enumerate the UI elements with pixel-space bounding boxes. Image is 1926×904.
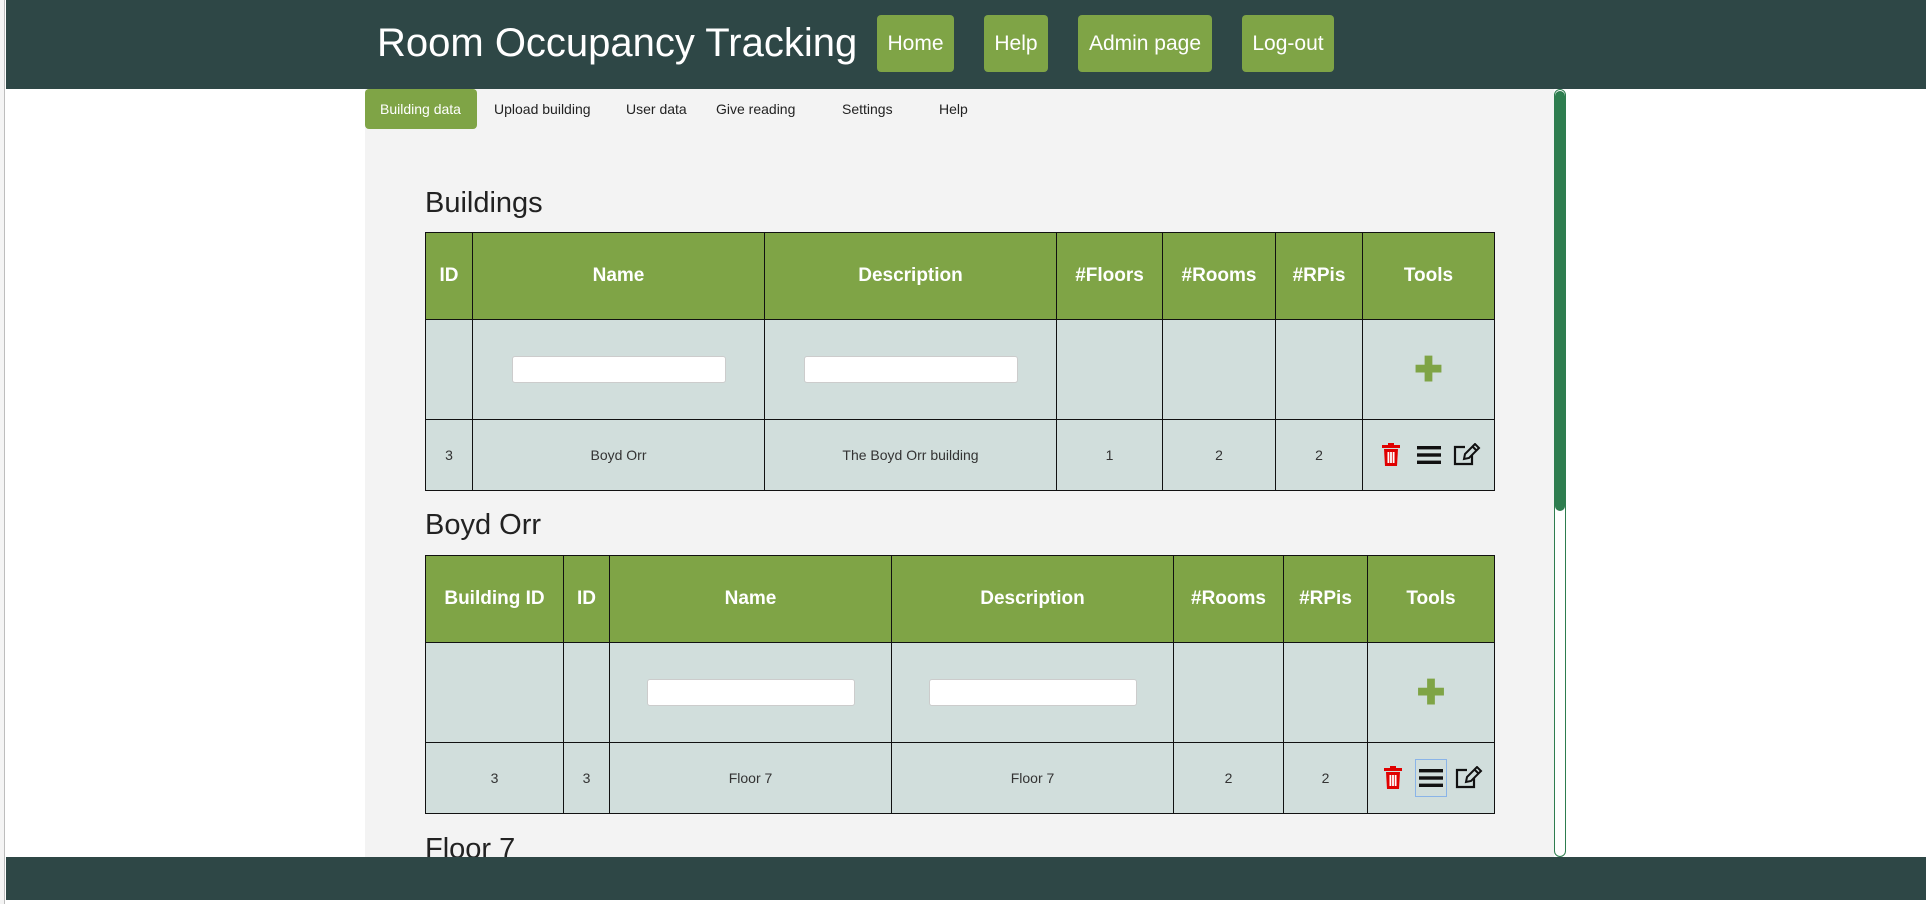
cell-id: 3 — [425, 419, 473, 491]
building-floors-heading: Boyd Orr — [425, 509, 542, 541]
table-row: 3 Boyd Orr The Boyd Orr building 1 2 2 — [425, 419, 1495, 491]
cell-tools — [1362, 419, 1495, 491]
column-header-description: Description — [891, 555, 1174, 643]
buildings-table: ID Name Description #Floors #Rooms #RPis… — [425, 232, 1495, 491]
column-header-rpis: #RPis — [1275, 232, 1363, 320]
column-header-tools: Tools — [1362, 232, 1495, 320]
tab-user-data[interactable]: User data — [611, 89, 702, 129]
cell-name: Boyd Orr — [472, 419, 765, 491]
tab-upload-building[interactable]: Upload building — [479, 89, 606, 129]
floor-description-input[interactable] — [928, 679, 1137, 706]
main-panel: Building data Upload building User data … — [365, 89, 1554, 857]
floors-table: Building ID ID Name Description #Rooms #… — [425, 555, 1495, 814]
buildings-heading: Buildings — [425, 187, 543, 219]
building-description-input[interactable] — [803, 356, 1018, 383]
column-header-rooms: #Rooms — [1162, 232, 1276, 320]
table-cell — [425, 319, 473, 420]
table-cell — [1056, 319, 1163, 420]
table-cell — [1173, 642, 1284, 743]
tab-give-reading[interactable]: Give reading — [701, 89, 810, 129]
table-cell: ✚ — [1367, 642, 1495, 743]
cell-rpis: 2 — [1283, 742, 1368, 814]
table-cell — [609, 642, 892, 743]
column-header-floors: #Floors — [1056, 232, 1163, 320]
add-building-row: ✚ — [425, 319, 1495, 420]
column-header-description: Description — [764, 232, 1057, 320]
help-button[interactable]: Help — [984, 15, 1048, 72]
column-header-tools: Tools — [1367, 555, 1495, 643]
admin-page-button[interactable]: Admin page — [1078, 15, 1212, 72]
cell-tools — [1367, 742, 1495, 814]
cell-description: Floor 7 — [891, 742, 1174, 814]
window-left-edge — [0, 0, 5, 904]
floor-name-input[interactable] — [646, 679, 855, 706]
cell-rooms: 2 — [1173, 742, 1284, 814]
table-cell — [472, 319, 765, 420]
cell-id: 3 — [563, 742, 610, 814]
column-header-rooms: #Rooms — [1173, 555, 1284, 643]
table-header-row: Building ID ID Name Description #Rooms #… — [425, 555, 1495, 643]
scrollbar-thumb[interactable] — [1555, 91, 1565, 511]
table-cell — [1162, 319, 1276, 420]
bottom-footer-bar — [6, 857, 1926, 900]
trash-icon[interactable] — [1377, 759, 1409, 797]
floor-rooms-heading: Floor 7 — [425, 833, 516, 857]
column-header-name: Name — [609, 555, 892, 643]
table-header-row: ID Name Description #Floors #Rooms #RPis… — [425, 232, 1495, 320]
cell-rooms: 2 — [1162, 419, 1276, 491]
table-cell — [764, 319, 1057, 420]
cell-name: Floor 7 — [609, 742, 892, 814]
column-header-id: ID — [425, 232, 473, 320]
edit-icon[interactable] — [1453, 759, 1485, 797]
add-floor-row: ✚ — [425, 642, 1495, 743]
table-cell — [425, 642, 564, 743]
plus-icon[interactable]: ✚ — [1417, 674, 1446, 712]
trash-icon[interactable] — [1375, 436, 1407, 474]
cell-floors: 1 — [1056, 419, 1163, 491]
column-header-id: ID — [563, 555, 610, 643]
table-cell: ✚ — [1362, 319, 1495, 420]
table-cell — [1283, 642, 1368, 743]
tab-settings[interactable]: Settings — [827, 89, 908, 129]
table-cell — [891, 642, 1174, 743]
cell-description: The Boyd Orr building — [764, 419, 1057, 491]
list-icon[interactable] — [1415, 759, 1447, 797]
home-button[interactable]: Home — [877, 15, 954, 72]
column-header-name: Name — [472, 232, 765, 320]
table-row: 3 3 Floor 7 Floor 7 2 2 — [425, 742, 1495, 814]
tab-building-data[interactable]: Building data — [365, 89, 477, 129]
column-header-rpis: #RPis — [1283, 555, 1368, 643]
table-cell — [1275, 319, 1363, 420]
app-title: Room Occupancy Tracking — [377, 21, 858, 65]
cell-building-id: 3 — [425, 742, 564, 814]
edit-icon[interactable] — [1451, 436, 1483, 474]
plus-icon[interactable]: ✚ — [1414, 351, 1443, 389]
logout-button[interactable]: Log-out — [1242, 15, 1334, 72]
top-header: Room Occupancy Tracking Home Help Admin … — [6, 0, 1926, 89]
column-header-building-id: Building ID — [425, 555, 564, 643]
table-cell — [563, 642, 610, 743]
building-name-input[interactable] — [511, 356, 726, 383]
tab-help[interactable]: Help — [924, 89, 983, 129]
list-icon[interactable] — [1413, 436, 1445, 474]
cell-rpis: 2 — [1275, 419, 1363, 491]
